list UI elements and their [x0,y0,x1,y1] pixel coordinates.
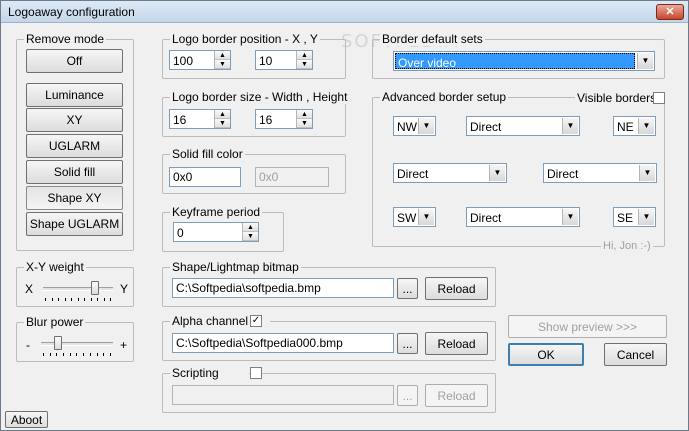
mode-uglarm-button[interactable]: UGLARM [26,134,123,158]
visible-borders-checkbox[interactable] [653,92,665,104]
bottom-edge-value: Direct [470,211,502,225]
right-edge-dropdown[interactable]: Direct ▼ [543,163,657,183]
about-button[interactable]: Aboot [5,411,48,428]
cancel-button[interactable]: Cancel [604,343,667,366]
position-y-spinner[interactable]: 10 ▲ ▼ [255,50,313,70]
mode-luminance-button[interactable]: Luminance [26,83,123,107]
keyframe-legend: Keyframe period [170,205,263,219]
alpha-channel-browse-button[interactable]: ... [397,333,418,354]
visible-borders-label: Visible borders [575,91,659,105]
dropdown-arrow-icon[interactable]: ▼ [562,118,578,134]
left-edge-value: Direct [397,167,429,181]
scripting-browse-button: ... [397,385,418,406]
nw-value: NW [397,120,417,134]
se-value: SE [617,211,634,225]
mode-shape-xy-button[interactable]: Shape XY [26,186,123,210]
solid-fill-legend: Solid fill color [170,147,245,161]
scripting-reload-button: Reload [425,384,488,407]
ne-value: NE [617,120,634,134]
spin-down-icon[interactable]: ▼ [243,232,258,241]
scripting-legend: Scripting [170,366,249,380]
top-edge-dropdown[interactable]: Direct ▼ [466,116,580,136]
xy-weight-slider-track[interactable] [43,287,113,291]
dropdown-arrow-icon[interactable]: ▼ [418,209,434,225]
border-defaults-dropdown[interactable]: Over video ▼ [393,51,655,71]
close-button[interactable]: ✕ [656,4,684,20]
xy-weight-y-label: Y [120,282,129,296]
xy-weight-ticks [45,298,111,302]
blur-power-plus-label: + [120,338,128,352]
logo-size-legend: Logo border size - Width , Height [170,90,350,104]
remove-mode-legend: Remove mode [24,32,107,46]
size-height-spinner[interactable]: 16 ▲ ▼ [255,109,313,129]
ne-corner-dropdown[interactable]: NE ▼ [613,116,656,136]
scripting-checkbox[interactable] [250,367,262,379]
solid-fill-disabled-input: 0x0 [255,167,329,187]
alpha-channel-checkbox[interactable]: ✓ [250,315,262,327]
border-defaults-selected: Over video [395,53,635,70]
spin-up-icon[interactable]: ▲ [297,110,312,119]
blur-power-ticks [43,353,111,357]
se-corner-dropdown[interactable]: SE ▼ [613,207,656,227]
dropdown-arrow-icon[interactable]: ▼ [637,53,653,69]
xy-weight-slider-thumb[interactable] [91,281,100,295]
show-preview-button[interactable]: Show preview >>> [508,315,667,338]
size-width-spinner[interactable]: 16 ▲ ▼ [169,109,231,129]
position-x-spinner[interactable]: 100 ▲ ▼ [169,50,231,70]
scripting-path-input [172,385,394,405]
advanced-footer-text: Hi, Jon :-) [601,240,653,252]
dropdown-arrow-icon[interactable]: ▼ [638,209,654,225]
window-title: Logoaway configuration [8,5,135,19]
ok-button[interactable]: OK [508,343,584,366]
spin-down-icon[interactable]: ▼ [297,60,312,69]
xy-weight-legend: X-Y weight [24,260,86,274]
xy-weight-x-label: X [25,282,34,296]
dropdown-arrow-icon[interactable]: ▼ [418,118,434,134]
spin-down-icon[interactable]: ▼ [215,60,230,69]
shape-bitmap-path-input[interactable]: C:\Softpedia\softpedia.bmp [172,278,394,298]
alpha-channel-reload-button[interactable]: Reload [425,332,488,355]
blur-power-legend: Blur power [24,315,86,329]
position-x-value: 100 [173,54,194,68]
top-edge-value: Direct [470,120,502,134]
position-y-value: 10 [259,54,273,68]
spin-up-icon[interactable]: ▲ [243,223,258,232]
shape-bitmap-legend: Shape/Lightmap bitmap [170,260,301,274]
border-defaults-legend: Border default sets [380,32,485,46]
blur-power-slider-thumb[interactable] [53,336,62,350]
bottom-edge-dropdown[interactable]: Direct ▼ [466,207,580,227]
size-height-value: 16 [259,113,273,127]
spin-down-icon[interactable]: ▼ [215,119,230,128]
dropdown-arrow-icon[interactable]: ▼ [489,165,505,181]
sw-corner-dropdown[interactable]: SW ▼ [393,207,436,227]
nw-corner-dropdown[interactable]: NW ▼ [393,116,436,136]
logoaway-config-window: Logoaway configuration ✕ SOFTPEDIA Remov… [0,0,689,431]
solid-fill-input[interactable]: 0x0 [169,167,241,187]
advanced-border-legend: Advanced border setup [380,90,509,104]
mode-solid-fill-button[interactable]: Solid fill [26,160,123,184]
logo-position-legend: Logo border position - X , Y [170,32,320,46]
size-width-value: 16 [173,113,187,127]
right-edge-value: Direct [547,167,579,181]
alpha-channel-path-input[interactable]: C:\Softpedia\Softpedia000.bmp [172,333,394,353]
shape-bitmap-browse-button[interactable]: ... [397,278,418,299]
dropdown-arrow-icon[interactable]: ▼ [639,165,655,181]
sw-value: SW [397,211,417,225]
blur-power-minus-label: - [26,338,30,352]
title-bar[interactable]: Logoaway configuration ✕ [1,1,688,23]
shape-bitmap-reload-button[interactable]: Reload [425,277,488,300]
left-edge-dropdown[interactable]: Direct ▼ [393,163,507,183]
blur-power-slider-track[interactable] [41,342,113,346]
spin-up-icon[interactable]: ▲ [297,51,312,60]
spin-up-icon[interactable]: ▲ [215,110,230,119]
mode-shape-uglarm-button[interactable]: Shape UGLARM [26,212,123,236]
dropdown-arrow-icon[interactable]: ▼ [638,118,654,134]
dropdown-arrow-icon[interactable]: ▼ [562,209,578,225]
keyframe-spinner[interactable]: 0 ▲ ▼ [173,222,259,242]
mode-off-button[interactable]: Off [26,49,123,73]
spin-up-icon[interactable]: ▲ [215,51,230,60]
keyframe-value: 0 [177,226,184,240]
mode-xy-button[interactable]: XY [26,108,123,132]
spin-down-icon[interactable]: ▼ [297,119,312,128]
